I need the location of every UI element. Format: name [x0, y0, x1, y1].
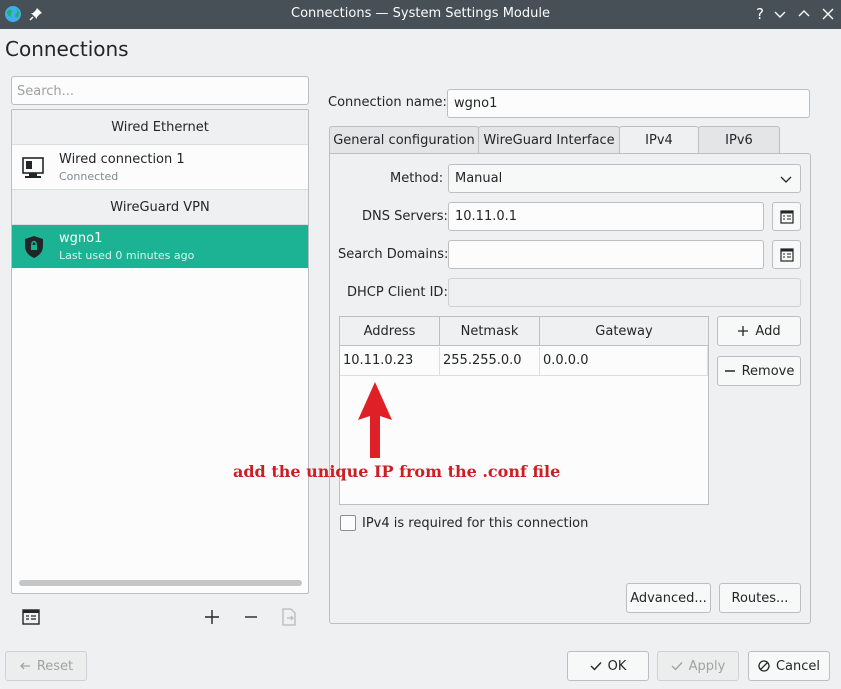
- maximize-button[interactable]: [795, 5, 813, 23]
- connection-name-field[interactable]: wgno1: [447, 89, 810, 118]
- group-header-vpn: WireGuard VPN: [12, 189, 308, 225]
- minus-icon: [245, 616, 257, 618]
- cancel-icon: [758, 660, 770, 672]
- configure-icon[interactable]: [20, 606, 42, 628]
- method-label: Method:: [390, 171, 444, 186]
- title-bar: Connections — System Settings Module ?: [0, 0, 841, 29]
- plus-icon: [205, 610, 219, 624]
- export-icon: [282, 608, 296, 626]
- connection-name: Wired connection 1: [59, 152, 185, 167]
- red-arrow-annotation: [358, 382, 392, 458]
- close-icon: [822, 8, 834, 20]
- remove-label: Remove: [741, 364, 795, 379]
- chevron-down-icon: [780, 173, 792, 189]
- cancel-button[interactable]: Cancel: [748, 651, 830, 681]
- checkmark-icon: [590, 662, 602, 671]
- cell-gateway[interactable]: 0.0.0.0: [540, 347, 708, 376]
- list-edit-icon: [780, 210, 794, 224]
- wired-network-icon: [21, 155, 47, 181]
- export-connection-button[interactable]: [278, 606, 300, 628]
- column-header-netmask[interactable]: Netmask: [440, 317, 540, 346]
- remove-connection-button[interactable]: [240, 606, 262, 628]
- close-button[interactable]: [819, 5, 837, 23]
- window-title: Connections — System Settings Module: [291, 6, 550, 21]
- group-header-wired: Wired Ethernet: [12, 110, 308, 145]
- dns-edit-button[interactable]: [772, 202, 801, 231]
- tab-general-configuration[interactable]: General configuration: [329, 126, 479, 154]
- ok-label: OK: [607, 659, 627, 674]
- method-value: Manual: [455, 171, 503, 186]
- cell-address[interactable]: 10.11.0.23: [340, 347, 440, 376]
- search-domains-edit-button[interactable]: [772, 240, 801, 269]
- add-address-button[interactable]: Add: [717, 316, 801, 346]
- connection-name: wgno1: [59, 231, 103, 246]
- method-select[interactable]: Manual: [448, 164, 801, 193]
- cell-netmask[interactable]: 255.255.0.0: [440, 347, 540, 376]
- advanced-button[interactable]: Advanced...: [626, 583, 711, 613]
- cancel-label: Cancel: [775, 659, 821, 674]
- checkmark-icon: [671, 662, 683, 671]
- minimize-button[interactable]: [771, 5, 789, 23]
- page-title: Connections: [5, 37, 129, 61]
- arrow-left-icon: [19, 662, 30, 670]
- apply-button[interactable]: Apply: [657, 651, 739, 681]
- tab-wireguard-interface[interactable]: WireGuard Interface: [478, 126, 620, 154]
- dhcp-client-id-field: [448, 278, 801, 307]
- plus-icon: [738, 326, 749, 336]
- reset-label: Reset: [36, 659, 74, 674]
- help-icon: ?: [756, 5, 764, 23]
- search-input[interactable]: Search...: [11, 76, 309, 105]
- list-edit-icon: [780, 248, 794, 262]
- chevron-up-icon: [798, 10, 810, 17]
- apply-label: Apply: [688, 659, 726, 674]
- ok-button[interactable]: OK: [567, 651, 649, 681]
- tab-ipv6[interactable]: IPv6: [698, 126, 780, 154]
- column-header-address[interactable]: Address: [340, 317, 440, 346]
- horizontal-scrollbar[interactable]: [19, 580, 302, 586]
- search-domains-label: Search Domains:: [338, 247, 449, 262]
- chevron-down-icon: [774, 11, 786, 18]
- tab-ipv4[interactable]: IPv4: [619, 126, 699, 155]
- help-button[interactable]: ?: [751, 5, 769, 23]
- ipv4-required-label[interactable]: IPv4 is required for this connection: [362, 516, 588, 531]
- remove-address-button[interactable]: Remove: [717, 356, 801, 386]
- annotation-text: add the unique IP from the .conf file: [233, 462, 561, 481]
- connection-status: Connected: [59, 170, 119, 183]
- minus-icon: [724, 370, 735, 372]
- column-header-gateway[interactable]: Gateway: [540, 317, 708, 346]
- connection-status: Last used 0 minutes ago: [59, 249, 195, 262]
- dhcp-client-id-label: DHCP Client ID:: [347, 285, 448, 300]
- connection-item-wgno1[interactable]: wgno1 Last used 0 minutes ago: [12, 225, 308, 268]
- connection-item-wired[interactable]: Wired connection 1 Connected: [12, 146, 308, 189]
- search-domains-field[interactable]: [448, 240, 764, 269]
- add-label: Add: [755, 324, 781, 339]
- routes-button[interactable]: Routes...: [719, 583, 801, 613]
- dns-servers-field[interactable]: 10.11.0.1: [448, 202, 764, 231]
- ipv4-required-checkbox[interactable]: [340, 515, 356, 531]
- add-connection-button[interactable]: [201, 606, 223, 628]
- reset-button[interactable]: Reset: [5, 651, 87, 681]
- dns-servers-label: DNS Servers:: [362, 209, 448, 224]
- vpn-shield-icon: [21, 234, 47, 260]
- connection-list: Wired Ethernet Wired connection 1 Connec…: [11, 109, 309, 594]
- connection-name-label: Connection name:: [328, 95, 447, 110]
